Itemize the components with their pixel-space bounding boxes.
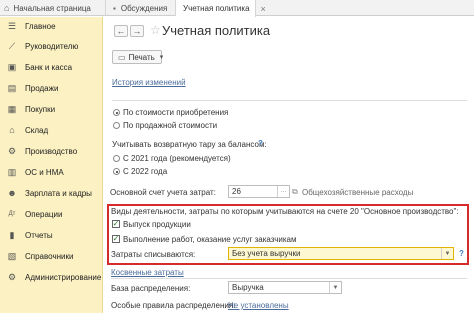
main-account-desc: Общехозяйственные расходы xyxy=(302,188,414,197)
bank-icon: ▣ xyxy=(7,61,17,72)
sidebar-item-assets[interactable]: ▥ ОС и НМА xyxy=(0,165,103,179)
gear-icon: ⚙ xyxy=(7,271,17,282)
sidebar-item-main[interactable]: ☰ Главное xyxy=(0,19,103,33)
sidebar: ☰ Главное ⟋ Руководителю ▣ Банк и касса … xyxy=(0,17,103,313)
chevron-down-icon[interactable]: ▼ xyxy=(329,282,341,293)
sidebar-item-label: ОС и НМА xyxy=(25,167,64,177)
tab-bar: ⌂ Начальная страница ▪ Обсуждения Учетна… xyxy=(0,0,474,17)
tab-discussions[interactable]: ▪ Обсуждения xyxy=(106,0,176,16)
checkbox-output[interactable]: ✓ xyxy=(112,220,120,228)
distribution-base-value: Выручка xyxy=(232,283,264,292)
sidebar-item-label: Производство xyxy=(25,146,78,156)
cart-icon: ▤ xyxy=(7,82,17,93)
radio-year-2021-label: С 2021 года (рекомендуется) xyxy=(123,154,231,163)
reports-icon: ▮ xyxy=(9,229,15,240)
help-icon[interactable]: ? xyxy=(459,249,464,258)
returnable-label: Учитывать возвратную тару за балансом: xyxy=(112,140,267,149)
radio-cost-purchase-label: По стоимости приобретения xyxy=(123,108,229,117)
radio-year-2022[interactable] xyxy=(113,168,120,175)
divider xyxy=(112,100,467,101)
sidebar-item-operations[interactable]: Дт Операции xyxy=(0,207,103,221)
page-title: Учетная политика xyxy=(162,23,271,38)
sidebar-item-label: Продажи xyxy=(25,83,59,93)
sidebar-item-salary[interactable]: ☻ Зарплата и кадры xyxy=(0,186,103,200)
sidebar-item-label: Банк и касса xyxy=(25,62,73,72)
chevron-down-icon: ▾ xyxy=(159,54,164,61)
main-account-value: 26 xyxy=(232,187,241,196)
tab-accounting-policy-label: Учетная политика xyxy=(183,4,250,13)
checkmark-icon: ✓ xyxy=(112,219,120,228)
warehouse-icon: ⌂ xyxy=(9,124,15,135)
chat-icon: ▪ xyxy=(113,3,116,13)
people-icon: ☻ xyxy=(7,187,17,198)
close-icon[interactable]: × xyxy=(261,4,266,14)
indirect-costs-link[interactable]: Косвенные затраты xyxy=(111,268,184,277)
print-button[interactable]: ▭ Печать ▾ xyxy=(112,50,164,64)
home-icon: ⌂ xyxy=(4,3,10,13)
print-label: Печать xyxy=(128,52,155,62)
help-icon[interactable]: ? xyxy=(258,139,263,148)
sidebar-item-manager[interactable]: ⟋ Руководителю xyxy=(0,39,103,53)
radio-cost-sale-label: По продажной стоимости xyxy=(123,121,218,130)
radio-cost-purchase[interactable] xyxy=(113,109,120,116)
tab-home[interactable]: ⌂ Начальная страница xyxy=(0,0,106,16)
forward-button[interactable]: → xyxy=(130,25,144,37)
open-link-icon[interactable]: ⧉ xyxy=(292,187,298,197)
sidebar-item-label: Руководителю xyxy=(25,41,79,51)
checkbox-services-label: Выполнение работ, оказание услуг заказчи… xyxy=(123,235,297,244)
sidebar-item-catalogs[interactable]: ▧ Справочники xyxy=(0,249,103,263)
factory-icon: ⚙ xyxy=(7,145,17,156)
sidebar-item-label: Администрирование xyxy=(25,272,102,282)
assets-icon: ▥ xyxy=(7,166,17,177)
chevron-down-icon[interactable]: ▼ xyxy=(441,248,453,259)
writeoff-select[interactable]: Без учета выручки ▼ xyxy=(228,247,454,260)
printer-icon: ▭ xyxy=(118,52,126,62)
special-rules-link[interactable]: Не установлены xyxy=(228,301,289,310)
sidebar-item-label: Операции xyxy=(25,209,63,219)
checkbox-output-label: Выпуск продукции xyxy=(123,220,191,229)
back-button[interactable]: ← xyxy=(114,25,128,37)
tab-home-label: Начальная страница xyxy=(13,3,91,13)
divider xyxy=(111,278,467,279)
writeoff-value: Без учета выручки xyxy=(232,249,301,258)
checkbox-services[interactable]: ✓ xyxy=(112,235,120,243)
books-icon: ▧ xyxy=(7,250,17,261)
sidebar-item-bank[interactable]: ▣ Банк и касса xyxy=(0,60,103,74)
sidebar-item-production[interactable]: ⚙ Производство xyxy=(0,144,103,158)
radio-cost-sale[interactable] xyxy=(113,122,120,129)
sidebar-item-label: Покупки xyxy=(25,104,56,114)
sidebar-item-label: Главное xyxy=(25,21,56,31)
distribution-base-label: База распределения: xyxy=(111,284,191,293)
sidebar-item-warehouse[interactable]: ⌂ Склад xyxy=(0,123,103,137)
radio-year-2021[interactable] xyxy=(113,155,120,162)
tab-accounting-policy[interactable]: Учетная политика × xyxy=(176,0,266,17)
special-rules-label: Особые правила распределения: xyxy=(111,301,236,310)
operations-icon: Дт xyxy=(8,211,16,217)
sidebar-item-label: Справочники xyxy=(25,251,74,261)
history-link[interactable]: История изменений xyxy=(112,78,186,87)
sidebar-item-label: Зарплата и кадры xyxy=(25,188,92,198)
activities-label: Виды деятельности, затраты по которым уч… xyxy=(111,207,459,216)
radio-year-2022-label: С 2022 года xyxy=(123,167,168,176)
main-content: ← → ☆ Учетная политика ▭ Печать ▾ Истори… xyxy=(104,17,474,313)
main-account-label: Основной счет учета затрат: xyxy=(110,188,216,197)
arrow-right-icon: → xyxy=(132,26,142,36)
basket-icon: ▦ xyxy=(7,103,17,114)
writeoff-label: Затраты списываются: xyxy=(111,250,196,259)
sidebar-item-purchases[interactable]: ▦ Покупки xyxy=(0,102,103,116)
sidebar-item-reports[interactable]: ▮ Отчеты xyxy=(0,228,103,242)
sidebar-item-sales[interactable]: ▤ Продажи xyxy=(0,81,103,95)
main-account-field[interactable]: 26 ··· xyxy=(228,185,290,198)
arrow-left-icon: ← xyxy=(116,26,126,36)
menu-icon: ☰ xyxy=(7,20,17,31)
star-icon[interactable]: ☆ xyxy=(150,23,161,37)
distribution-base-select[interactable]: Выручка ▼ xyxy=(228,281,342,294)
sidebar-item-label: Отчеты xyxy=(25,230,53,240)
sidebar-item-administration[interactable]: ⚙ Администрирование xyxy=(0,270,103,284)
chart-line-icon: ⟋ xyxy=(8,40,16,51)
checkmark-icon: ✓ xyxy=(112,234,120,243)
sidebar-item-label: Склад xyxy=(25,125,49,135)
ellipsis-icon[interactable]: ··· xyxy=(277,186,289,197)
tab-discussions-label: Обсуждения xyxy=(120,3,168,13)
